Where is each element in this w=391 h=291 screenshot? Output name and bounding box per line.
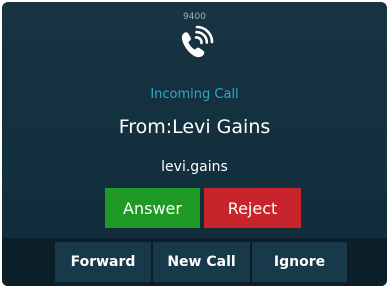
caller-name: From:Levi Gains	[118, 116, 271, 138]
softkey-bar: Forward New Call Ignore	[2, 238, 387, 286]
reject-button[interactable]: Reject	[204, 188, 301, 228]
phone-display: 9400 Incoming Call From:Levi Gains levi.…	[0, 0, 391, 291]
ignore-softkey[interactable]: Ignore	[252, 242, 347, 282]
phone-ringing-icon	[181, 25, 214, 58]
extension-number: 9400	[183, 12, 206, 22]
call-status: Incoming Call	[150, 87, 239, 102]
new-call-softkey[interactable]: New Call	[153, 242, 250, 282]
answer-button[interactable]: Answer	[105, 188, 200, 228]
forward-softkey[interactable]: Forward	[55, 242, 151, 282]
caller-username: levi.gains	[161, 159, 228, 175]
incoming-call-screen: 9400 Incoming Call From:Levi Gains levi.…	[2, 2, 387, 286]
